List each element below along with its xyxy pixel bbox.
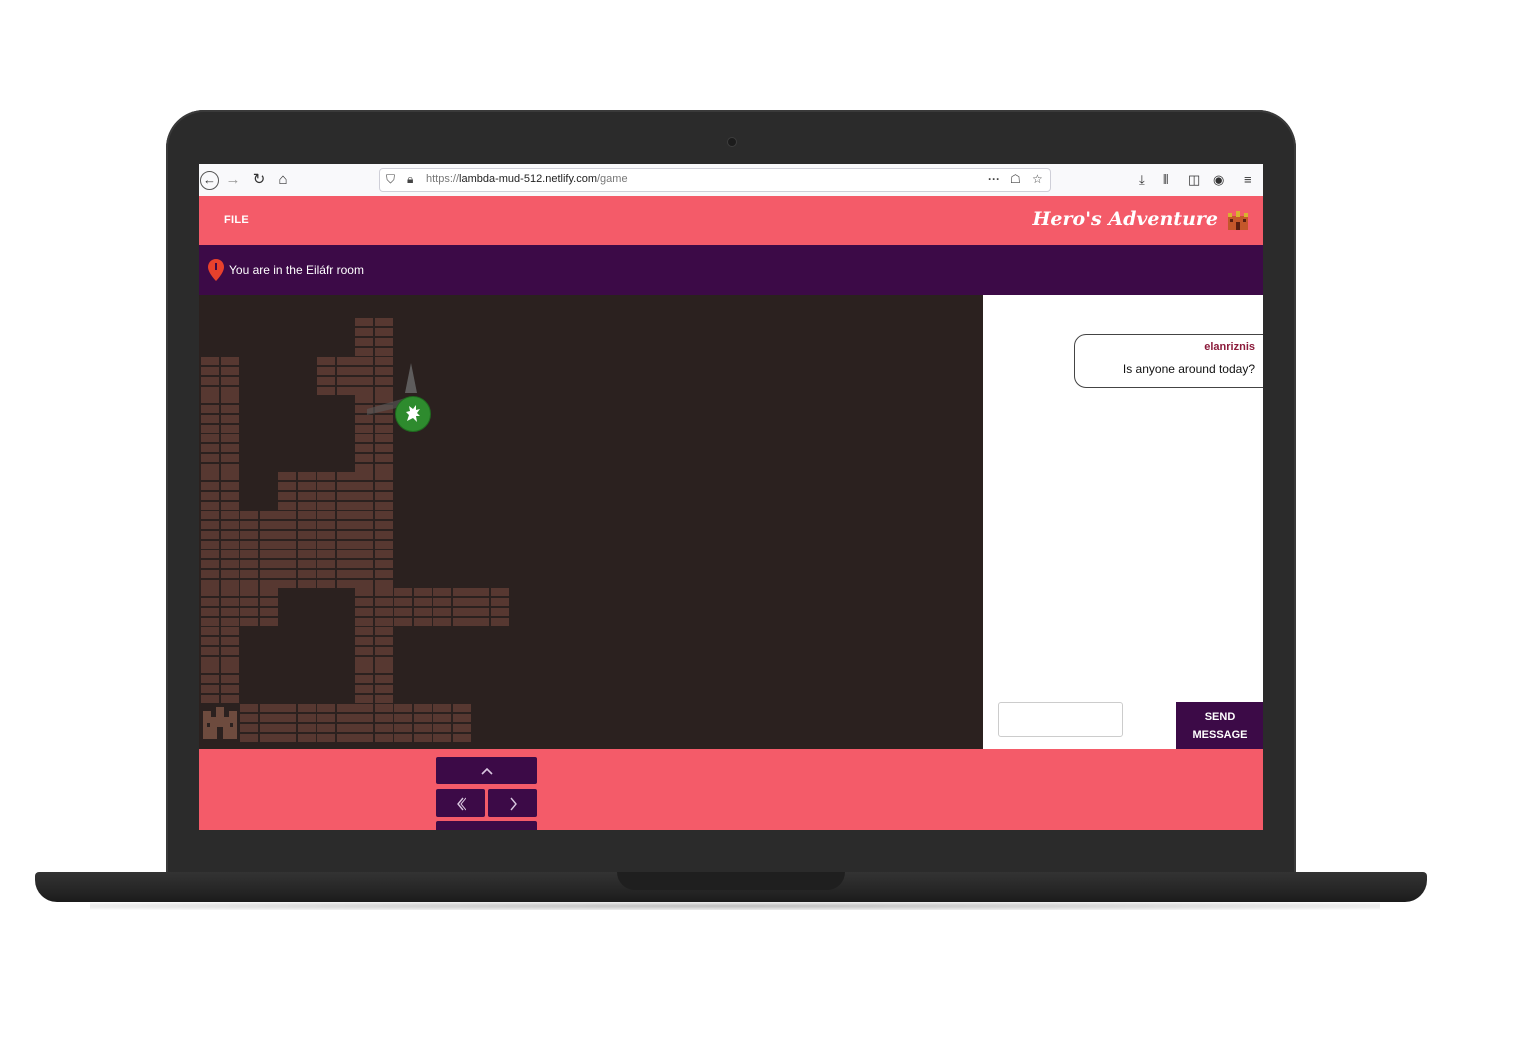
game-map[interactable] <box>199 295 983 749</box>
brick-wall-tile <box>278 472 316 510</box>
brick-wall-tile <box>317 550 355 588</box>
brick-wall-tile <box>278 550 316 588</box>
brick-wall-tile <box>201 434 239 472</box>
room-bar: You are in the Eiláfr room <box>199 245 1263 295</box>
camera <box>727 137 737 147</box>
brick-wall-tile <box>433 588 471 626</box>
screen: ← → ↻ ⌂ ⛉ 🔒︎ https://lambda-mud-512.netl… <box>199 164 1263 830</box>
more-icon[interactable]: ··· <box>988 172 1000 186</box>
chevron-left-icon <box>456 797 466 811</box>
move-left-button[interactable] <box>436 789 485 817</box>
send-label-line1: SEND <box>1204 710 1236 723</box>
laptop-shadow <box>90 902 1380 910</box>
brick-wall-tile <box>433 704 471 742</box>
room-status: You are in the Eiláfr room <box>229 263 364 277</box>
brick-wall-tile <box>355 704 393 742</box>
brick-wall-tile <box>355 665 393 703</box>
brick-wall-tile <box>394 704 432 742</box>
lock-icon[interactable]: 🔒︎ <box>407 172 413 187</box>
menu-icon[interactable]: ≡ <box>1244 172 1252 187</box>
location-pin-icon <box>208 259 224 281</box>
brick-wall-tile <box>201 357 239 395</box>
bookmark-star-icon[interactable]: ☆ <box>1032 172 1043 186</box>
download-icon[interactable]: ⤓ <box>1139 172 1145 188</box>
brick-wall-tile <box>201 472 239 510</box>
brick-wall-tile <box>278 704 316 742</box>
brick-wall-tile <box>394 588 432 626</box>
browser-toolbar: ← → ↻ ⌂ ⛉ 🔒︎ https://lambda-mud-512.netl… <box>199 164 1263 197</box>
move-up-button[interactable] <box>436 757 537 784</box>
brick-wall-tile <box>201 395 239 433</box>
chevron-up-icon <box>480 768 493 775</box>
chat-message: elanriznis Is anyone around today? <box>1074 334 1263 388</box>
send-message-button[interactable]: SEND MESSAGE <box>1176 702 1263 749</box>
brick-wall-tile <box>201 550 239 588</box>
brick-wall-tile <box>317 511 355 549</box>
account-icon[interactable]: ◉ <box>1213 172 1224 188</box>
message-username: elanriznis <box>1204 341 1255 353</box>
sidebar-icon[interactable]: ◫ <box>1188 172 1200 188</box>
move-right-button[interactable] <box>488 789 537 817</box>
hero-token[interactable] <box>395 396 431 432</box>
brick-wall-tile <box>240 550 278 588</box>
app-header: FILE Hero's Adventure <box>199 196 1263 245</box>
movement-controls <box>199 749 1263 830</box>
message-input[interactable] <box>998 702 1123 737</box>
back-icon[interactable]: ← <box>200 171 219 190</box>
castle-icon <box>203 707 237 739</box>
address-bar[interactable]: ⛉ 🔒︎ https://lambda-mud-512.netlify.com/… <box>379 168 1051 192</box>
brick-wall-tile <box>355 550 393 588</box>
brick-wall-tile <box>355 472 393 510</box>
brick-wall-tile <box>471 588 509 626</box>
home-icon[interactable]: ⌂ <box>273 170 293 190</box>
forward-icon[interactable]: → <box>223 170 243 190</box>
move-down-button[interactable] <box>436 821 537 830</box>
brick-wall-tile <box>355 588 393 626</box>
brand-title: Hero's Adventure <box>1032 208 1218 230</box>
shield-icon[interactable]: ⛉ <box>386 172 395 187</box>
reload-icon[interactable]: ↻ <box>249 170 269 190</box>
brick-wall-tile <box>240 511 278 549</box>
brick-wall-tile <box>240 704 278 742</box>
send-label-line2: MESSAGE <box>1192 728 1248 741</box>
brick-wall-tile <box>355 511 393 549</box>
brick-wall-tile <box>201 511 239 549</box>
brick-wall-tile <box>317 472 355 510</box>
castle-logo-icon <box>1228 211 1248 230</box>
message-text: Is anyone around today? <box>1122 362 1255 376</box>
brick-wall-tile <box>355 318 393 356</box>
file-menu[interactable]: FILE <box>224 214 249 226</box>
library-icon[interactable]: ⫴ <box>1163 172 1168 188</box>
griffin-icon <box>406 405 420 422</box>
chevron-right-icon <box>509 797 517 811</box>
chat-panel: elanriznis Is anyone around today? SEND M… <box>983 295 1263 749</box>
brick-wall-tile <box>317 357 355 395</box>
brick-wall-tile <box>201 665 239 703</box>
url-text: https://lambda-mud-512.netlify.com/game <box>426 173 628 185</box>
brick-wall-tile <box>278 511 316 549</box>
brick-wall-tile <box>201 588 239 626</box>
brick-wall-tile <box>240 588 278 626</box>
brick-wall-tile <box>355 434 393 472</box>
laptop-notch <box>617 872 845 890</box>
brick-wall-tile <box>317 704 355 742</box>
brick-wall-tile <box>355 627 393 665</box>
brick-wall-tile <box>201 627 239 665</box>
pocket-icon[interactable]: ☖ <box>1010 172 1021 186</box>
